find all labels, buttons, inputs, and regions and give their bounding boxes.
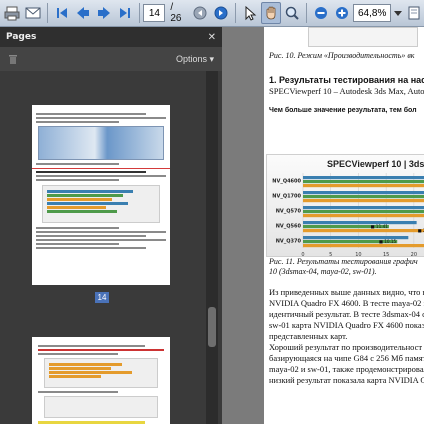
data-label: ■ 11.41	[371, 224, 389, 229]
email-icon[interactable]	[23, 2, 43, 24]
chart-note: Чем больше значение результата, тем бол	[269, 107, 417, 114]
options-menu[interactable]: Options ▾	[176, 54, 214, 65]
thumbnail-text-line	[36, 235, 147, 237]
category-label: NV_Q570	[276, 209, 302, 215]
trash-icon[interactable]	[8, 53, 18, 65]
toolbar-separator	[46, 3, 48, 23]
page-thumbnail-14[interactable]	[32, 105, 170, 285]
fit-page-icon[interactable]	[404, 2, 424, 24]
page-thumbnails: 14	[0, 71, 204, 424]
category-label: NV_Q370	[276, 239, 302, 245]
paragraph-line: низкий результат показала карта NVIDIA Q	[269, 375, 424, 385]
thumbnail-text-line	[36, 239, 166, 241]
zoom-in-icon[interactable]	[332, 2, 352, 24]
thumbnail-text-line	[36, 231, 166, 233]
bar	[303, 244, 424, 248]
paragraph-line: Из приведенных выше данных видно, что в	[269, 287, 424, 297]
toolbar-separator	[235, 3, 237, 23]
thumbnail-text-line	[36, 243, 119, 245]
first-page-icon[interactable]	[52, 2, 72, 24]
next-view-icon[interactable]	[211, 2, 231, 24]
visible-region-marker	[32, 168, 170, 169]
bar	[303, 229, 424, 233]
toolbar-separator	[306, 3, 308, 23]
figure-image	[308, 27, 418, 47]
pages-panel-toolbar: Options ▾	[0, 47, 222, 71]
zoom-tool-icon[interactable]	[282, 2, 302, 24]
section-subtitle: SPECViewperf 10 – Autodesk 3ds Max, Auto	[269, 86, 424, 96]
thumbnail-text-line	[36, 179, 119, 181]
print-icon[interactable]	[2, 2, 22, 24]
thumbnail-text-line	[36, 113, 147, 115]
bar	[303, 191, 424, 195]
document-view[interactable]: Рис. 10. Режим «Производительность» вк 1…	[222, 27, 424, 424]
bar	[303, 195, 424, 199]
thumbnail-text-line	[38, 353, 119, 355]
thumbnail-text-line	[36, 117, 166, 119]
thumbnail-text-line	[38, 345, 146, 347]
category-label: NV_Q4600	[272, 179, 301, 185]
pdf-viewer: 14 / 26 64,8% Pages ✕ Options ▾ 14 Рис. …	[0, 0, 424, 424]
thumbnail-chart	[42, 185, 160, 223]
data-label: ■ 10.15	[379, 239, 397, 244]
thumbnail-chart	[44, 396, 158, 418]
bar	[303, 184, 424, 188]
bar	[303, 176, 424, 180]
section-title: 1. Результаты тестирования на настр	[269, 75, 424, 85]
bar	[303, 199, 424, 203]
paragraph-line: Хороший результат по производительност	[269, 342, 423, 352]
toolbar-separator	[138, 3, 140, 23]
thumbnails-scrollbar[interactable]	[206, 71, 218, 424]
select-text-icon[interactable]	[240, 2, 260, 24]
page-total: / 26	[170, 2, 182, 24]
category-label: NV_Q560	[276, 224, 302, 230]
thumbnail-screenshot	[38, 126, 164, 160]
thumbnail-text-line	[36, 227, 119, 229]
previous-page-icon[interactable]	[73, 2, 93, 24]
main-toolbar: 14 / 26 64,8%	[0, 0, 424, 27]
previous-view-icon[interactable]	[191, 2, 211, 24]
pages-panel-header: Pages ✕	[0, 27, 222, 47]
thumbnail-text-line	[36, 163, 119, 165]
thumbnail-text-line	[38, 349, 164, 351]
data-label: ■ 24.00	[418, 228, 424, 233]
page-number-badge: 14	[95, 292, 109, 303]
zoom-out-icon[interactable]	[311, 2, 331, 24]
zoom-dropdown-icon[interactable]	[392, 2, 403, 24]
bar	[303, 214, 424, 218]
paragraph-line: sw-01 карта NVIDIA Quadro FX 4600 показа	[269, 320, 424, 330]
pages-panel-title: Pages	[6, 32, 37, 42]
scrollbar-thumb[interactable]	[208, 307, 216, 347]
bar	[303, 206, 424, 210]
last-page-icon[interactable]	[115, 2, 135, 24]
paragraph-line: представленных карт.	[269, 331, 348, 341]
next-page-icon[interactable]	[94, 2, 114, 24]
chart-plot: 051015202530NV_Q4600NV_Q1700NV_Q570■ 25.…	[272, 173, 424, 258]
thumbnail-text-line	[36, 175, 166, 177]
page-number-input[interactable]: 14	[143, 4, 166, 22]
hand-tool-icon[interactable]	[261, 2, 282, 24]
thumbnail-text-line	[36, 247, 147, 249]
benchmark-chart: SPECViewperf 10 | 3dsmax-04, m 051015202…	[266, 154, 424, 258]
thumbnail-text-line	[36, 121, 119, 123]
category-label: NV_Q1700	[272, 194, 301, 200]
figure-11-caption-cont: 10 (3dsmax-04, maya-02, sw-01).	[269, 267, 377, 276]
thumbnail-chart	[44, 358, 158, 388]
pages-panel: Pages ✕ Options ▾ 14	[0, 27, 222, 424]
bar	[303, 180, 424, 184]
paragraph-line: базирующаяся на чипе G84 с 256 Мб памят	[269, 353, 424, 363]
paragraph-line: maya-02 и sw-01, также продемонстрировал	[269, 364, 424, 374]
paragraph-line: NVIDIA Quadro FX 4600. В тесте maya-02 к	[269, 298, 424, 308]
page-thumbnail-15[interactable]	[32, 337, 170, 424]
figure-11-caption: Рис. 11. Результаты тестирования графич	[269, 257, 418, 266]
thumbnail-text-line	[36, 171, 147, 173]
paragraph-line: идентичный результат. В тесте 3dsmax-04 …	[269, 309, 424, 319]
zoom-level-input[interactable]: 64,8%	[353, 4, 392, 22]
bar	[303, 210, 424, 214]
document-page: Рис. 10. Режим «Производительность» вк 1…	[264, 27, 424, 424]
figure-10-caption: Рис. 10. Режим «Производительность» вк	[269, 51, 415, 60]
bar	[303, 221, 417, 225]
close-icon[interactable]: ✕	[208, 32, 216, 43]
thumbnail-text-line	[38, 391, 119, 393]
